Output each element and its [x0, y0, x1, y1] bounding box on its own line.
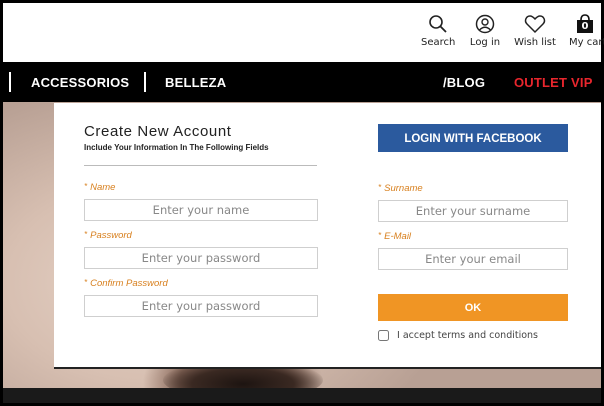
nav-divider — [9, 72, 11, 92]
surname-label-text: Surname — [384, 183, 423, 194]
email-input[interactable] — [378, 248, 568, 270]
login-with-facebook-button[interactable]: LOGIN WITH FACEBOOK — [378, 124, 568, 152]
bag-icon: 0 — [576, 14, 594, 34]
surname-field-label: * Surname — [378, 183, 423, 194]
site-header: Search Log in Wish list 0 My cart — [3, 3, 604, 62]
required-marker: * — [378, 183, 382, 192]
search-icon — [429, 15, 447, 33]
nav-item-blog[interactable]: /BLOG — [443, 75, 485, 90]
form-subtitle: Include Your Information In The Followin… — [84, 143, 269, 152]
name-label-text: Name — [90, 182, 116, 193]
terms-label: I accept terms and conditions — [397, 330, 539, 341]
title-divider — [84, 165, 317, 166]
create-account-form: Create New Account Include Your Informat… — [54, 103, 601, 369]
password-input[interactable] — [84, 247, 318, 269]
required-marker: * — [84, 278, 88, 287]
nav-item-outlet-vip[interactable]: OUTLET VIP — [514, 75, 593, 90]
required-marker: * — [84, 230, 88, 239]
search-link[interactable]: Search — [421, 14, 455, 48]
cart-label: My cart — [569, 37, 604, 48]
nav-item-accessorios[interactable]: ACCESSORIOS — [31, 75, 129, 90]
form-title: Create New Account — [84, 123, 232, 140]
required-marker: * — [84, 182, 88, 191]
photo-bottom-strip — [3, 388, 601, 403]
cart-link[interactable]: 0 My cart — [569, 14, 604, 48]
wishlist-link[interactable]: Wish list — [514, 14, 556, 48]
cart-count-badge: 0 — [581, 21, 589, 32]
confirm-password-input[interactable] — [84, 295, 318, 317]
terms-checkbox[interactable] — [378, 330, 389, 341]
email-label-text: E-Mail — [384, 231, 412, 242]
login-link[interactable]: Log in — [468, 14, 502, 48]
name-field-label: * Name — [84, 182, 115, 193]
user-icon — [475, 14, 495, 34]
required-marker: * — [378, 231, 382, 240]
nav-item-belleza[interactable]: BELLEZA — [165, 75, 226, 90]
surname-input[interactable] — [378, 200, 568, 222]
email-field-label: * E-Mail — [378, 231, 411, 242]
name-input[interactable] — [84, 199, 318, 221]
password-label-text: Password — [90, 230, 132, 241]
confirm-password-field-label: * Confirm Password — [84, 278, 168, 289]
nav-divider — [144, 72, 146, 92]
password-field-label: * Password — [84, 230, 132, 241]
heart-icon — [524, 15, 546, 34]
confirm-password-label-text: Confirm Password — [90, 278, 168, 289]
ok-submit-button[interactable]: OK — [378, 294, 568, 321]
login-label: Log in — [469, 37, 501, 48]
main-nav: ACCESSORIOS BELLEZA /BLOG OUTLET VIP — [0, 62, 604, 102]
search-label: Search — [421, 37, 456, 48]
wishlist-label: Wish list — [514, 37, 556, 48]
